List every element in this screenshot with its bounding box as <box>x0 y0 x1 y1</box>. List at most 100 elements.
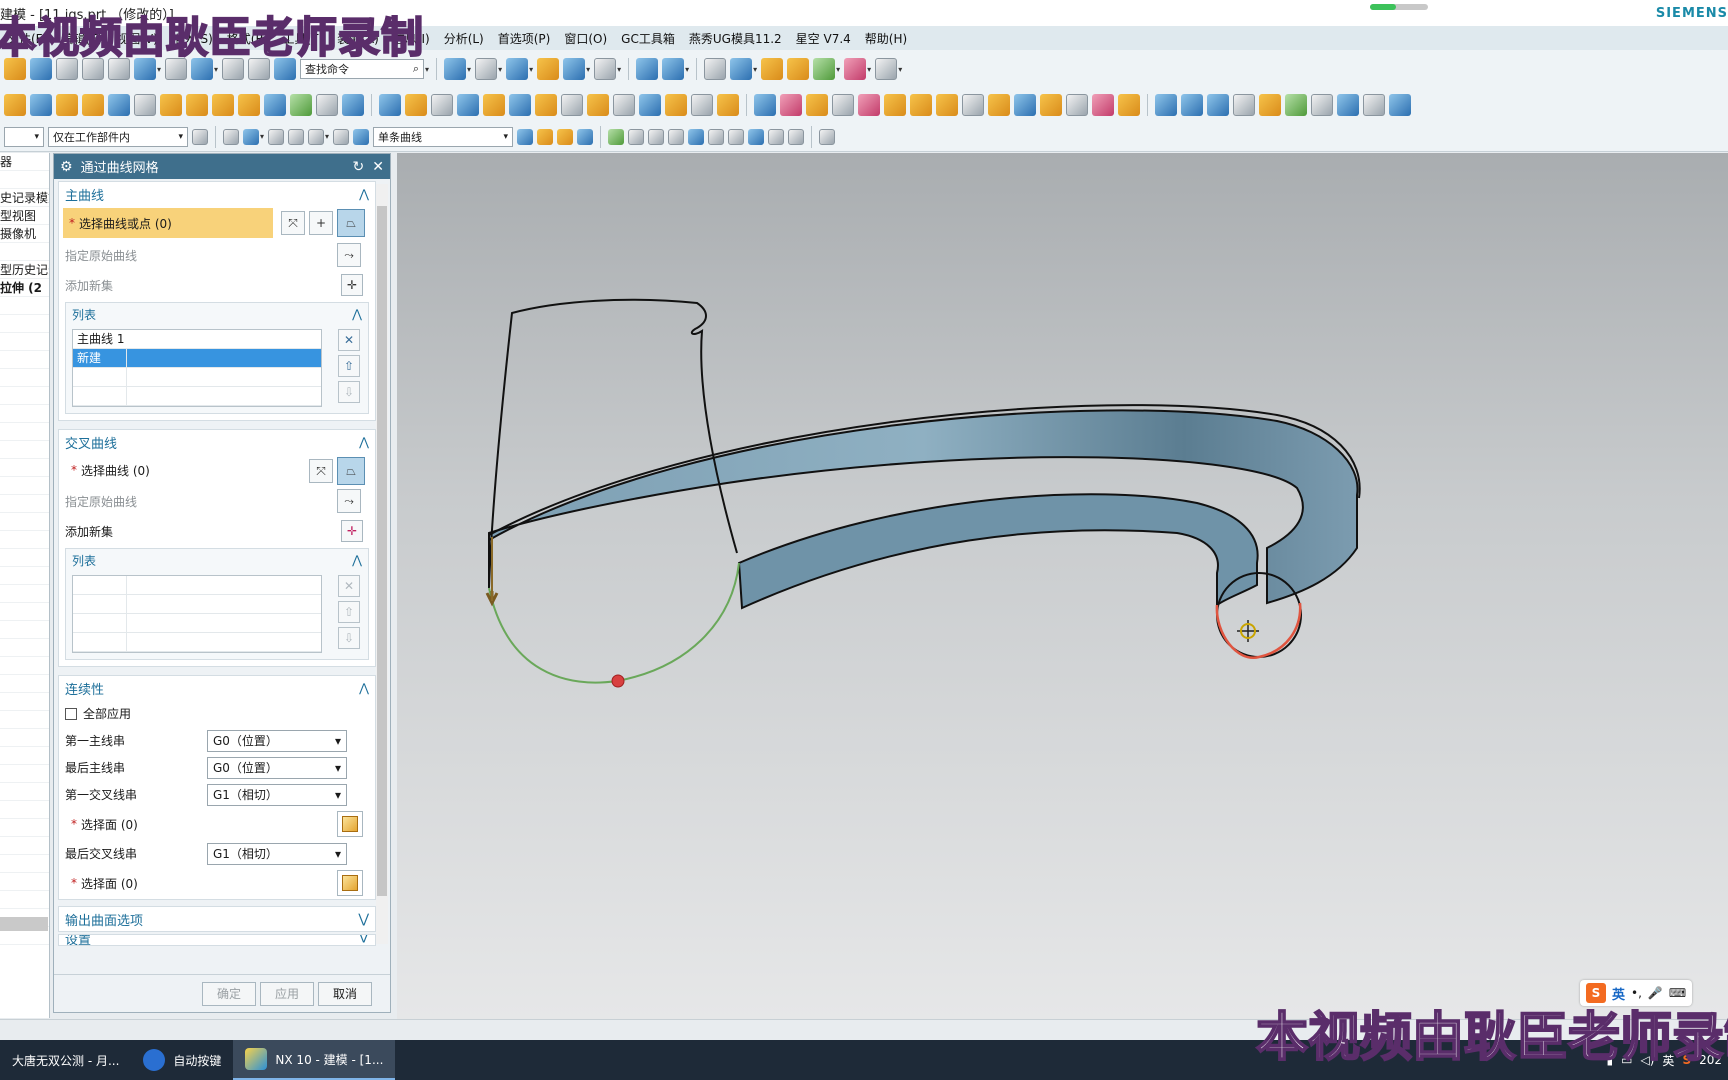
feature-tool-icon[interactable] <box>754 94 776 116</box>
menu-item[interactable]: 帮助(H) <box>858 30 914 47</box>
analysis-icon[interactable] <box>761 58 784 80</box>
move-down-icon[interactable]: ⇩ <box>338 381 360 403</box>
first-cross-select[interactable]: G1（相切） ▾ <box>207 783 347 806</box>
feature-tool-icon[interactable] <box>1092 94 1114 116</box>
scope-filter-select[interactable]: 仅在工作部件内 ▾ <box>48 126 188 147</box>
list-item[interactable]: 主曲线 1 <box>73 330 321 349</box>
snap-endpoint-icon[interactable] <box>608 128 625 145</box>
ok-button[interactable]: 确定 <box>202 981 256 1006</box>
feature-tool-icon[interactable] <box>1066 94 1088 116</box>
feature-tool-icon[interactable] <box>134 94 156 116</box>
feature-tool-icon[interactable] <box>238 94 260 116</box>
menu-item[interactable]: 星空 V7.4 <box>789 30 858 47</box>
primary-select-highlight[interactable]: * 选择曲线或点 (0) <box>63 208 273 238</box>
follow-fillet-icon[interactable] <box>537 128 554 145</box>
continuity-header[interactable]: 连续性 ⋀ <box>59 676 375 700</box>
feature-tool-icon[interactable] <box>1118 94 1140 116</box>
snap-point-icon[interactable] <box>223 128 239 145</box>
primary-curves-header[interactable]: 主曲线 ⋀ <box>59 182 375 206</box>
layer-icon[interactable] <box>537 58 560 80</box>
remove-icon[interactable]: ✕ <box>338 575 360 597</box>
select-outside-icon[interactable] <box>288 128 305 145</box>
feature-tool-icon[interactable] <box>457 94 479 116</box>
feature-tool-icon[interactable] <box>264 94 286 116</box>
snap-toggle-icon[interactable] <box>243 128 259 145</box>
feature-tool-icon[interactable] <box>56 94 78 116</box>
reverse-direction-icon[interactable]: ⤧ <box>309 459 333 483</box>
feature-tool-icon[interactable] <box>290 94 312 116</box>
reverse-direction-icon[interactable]: ⤧ <box>281 211 305 235</box>
background-icon[interactable] <box>594 58 617 80</box>
deselect-icon[interactable] <box>333 128 350 145</box>
curve-select-icon[interactable]: ⏢ <box>337 209 365 237</box>
snap-control-icon[interactable] <box>648 128 665 145</box>
snap-midpoint-icon[interactable] <box>628 128 645 145</box>
feature-tool-icon[interactable] <box>30 94 52 116</box>
feature-tool-icon[interactable] <box>1233 94 1255 116</box>
feature-tool-icon[interactable] <box>342 94 364 116</box>
origin-curve-icon[interactable]: ⤳ <box>337 243 361 267</box>
apply-button[interactable]: 应用 <box>260 981 314 1006</box>
arrow-icon[interactable] <box>577 128 594 145</box>
snap-center-icon[interactable] <box>708 128 725 145</box>
apply-all-checkbox[interactable] <box>65 707 77 720</box>
cross-curves-header[interactable]: 交叉曲线 ⋀ <box>59 430 375 454</box>
cross-list-header[interactable]: 列表 ⋀ <box>66 549 368 571</box>
feature-tool-icon[interactable] <box>665 94 687 116</box>
snap-intersection-icon[interactable] <box>688 128 705 145</box>
feature-tool-icon[interactable] <box>379 94 401 116</box>
grid-icon[interactable] <box>844 58 867 80</box>
feature-tool-icon[interactable] <box>1311 94 1333 116</box>
point-dialog-icon[interactable]: + <box>309 211 333 235</box>
measure-icon[interactable] <box>704 58 727 80</box>
wcs-icon[interactable] <box>636 58 659 80</box>
feature-tool-icon[interactable] <box>717 94 739 116</box>
last-primary-select[interactable]: G0（位置） ▾ <box>207 756 347 779</box>
selection-point-marker[interactable] <box>611 674 625 688</box>
feature-tool-icon[interactable] <box>1040 94 1062 116</box>
feature-tool-icon[interactable] <box>1389 94 1411 116</box>
navigator-item[interactable]: 器 <box>0 153 49 171</box>
first-primary-select[interactable]: G0（位置） ▾ <box>207 729 347 752</box>
feature-tool-icon[interactable] <box>431 94 453 116</box>
cancel-button[interactable]: 取消 <box>318 981 372 1006</box>
dialog-scrollbar[interactable] <box>376 184 388 944</box>
gear-icon[interactable]: ⚙ <box>60 159 73 175</box>
feature-tool-icon[interactable] <box>1181 94 1203 116</box>
feature-curves-icon[interactable] <box>557 128 574 145</box>
menu-item[interactable]: 首选项(P) <box>491 30 558 47</box>
feature-tool-icon[interactable] <box>212 94 234 116</box>
feature-tool-icon[interactable] <box>780 94 802 116</box>
navigator-item[interactable]: 拉伸 (2 <box>0 279 49 297</box>
ruler-icon[interactable] <box>875 58 898 80</box>
move-up-icon[interactable]: ⇧ <box>338 355 360 377</box>
output-options-section[interactable]: 输出曲面选项 ⋁ <box>58 906 376 932</box>
feature-tool-icon[interactable] <box>806 94 828 116</box>
rectangle-select-icon[interactable] <box>308 128 325 145</box>
fit-view-icon[interactable] <box>444 58 467 80</box>
feature-tool-icon[interactable] <box>405 94 427 116</box>
hide-icon[interactable] <box>563 58 586 80</box>
model-canvas[interactable] <box>397 153 1728 1019</box>
reset-icon[interactable]: ↻ <box>353 159 365 175</box>
feature-tool-icon[interactable] <box>1363 94 1385 116</box>
assembly-filter-icon[interactable] <box>192 128 208 145</box>
feature-tool-icon[interactable] <box>639 94 661 116</box>
feature-tool-icon[interactable] <box>509 94 531 116</box>
menu-item[interactable]: 窗口(O) <box>557 30 614 47</box>
face-select-button[interactable] <box>337 811 363 837</box>
list-item[interactable]: 新建 <box>73 349 321 368</box>
move-up-icon[interactable]: ⇧ <box>338 601 360 623</box>
type-filter-select[interactable]: ▾ <box>4 126 44 147</box>
feature-tool-icon[interactable] <box>613 94 635 116</box>
settings-section[interactable]: 设置 ⋁ <box>58 934 376 946</box>
feature-tool-icon[interactable] <box>1259 94 1281 116</box>
last-cross-select[interactable]: G1（相切） ▾ <box>207 842 347 865</box>
feature-tool-icon[interactable] <box>832 94 854 116</box>
feature-tool-icon[interactable] <box>587 94 609 116</box>
filter-body-icon[interactable] <box>353 128 370 145</box>
menu-item[interactable]: 燕秀UG模具11.2 <box>682 30 789 47</box>
navigator-item[interactable] <box>0 171 49 189</box>
snap-existing-point-icon[interactable] <box>748 128 765 145</box>
task-item-nx[interactable]: NX 10 - 建模 - [1... <box>233 1040 396 1080</box>
